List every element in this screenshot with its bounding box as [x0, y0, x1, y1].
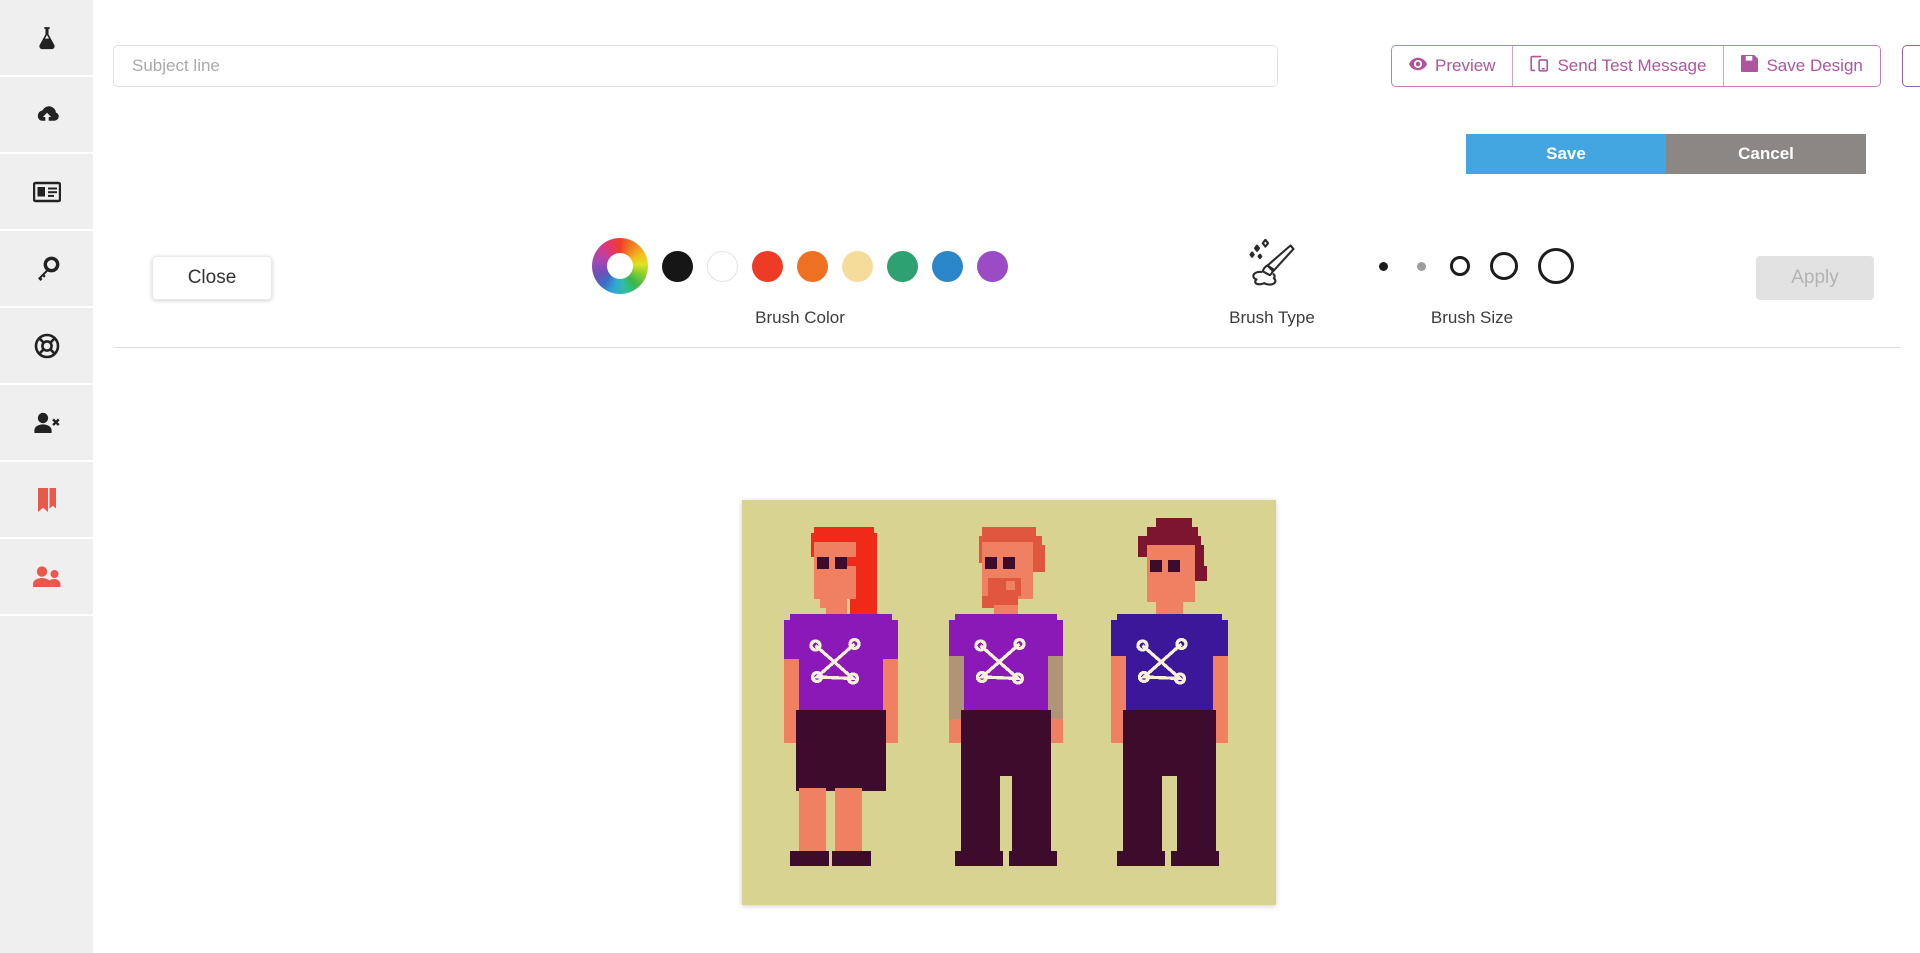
brush-size-1[interactable]	[1372, 246, 1394, 286]
image-canvas[interactable]	[742, 500, 1276, 905]
brush-toolbar: Close Brush Color	[114, 228, 1900, 348]
brush-type-section: Brush Type	[1212, 238, 1332, 328]
save-design-button-label: Save Design	[1766, 56, 1862, 76]
floppy-disk-icon	[1741, 55, 1758, 77]
sidebar-item-key[interactable]	[0, 231, 93, 308]
send-button[interactable]: Send	[1902, 45, 1920, 87]
mobile-icon	[1530, 55, 1549, 77]
form-actions: Save Cancel	[0, 134, 1920, 174]
preview-button-label: Preview	[1435, 56, 1495, 76]
brush-color-swatches	[592, 238, 1008, 294]
preview-button[interactable]: Preview	[1392, 46, 1513, 86]
email-action-button-group: Preview Send Test Message	[1391, 45, 1881, 87]
sidebar-item-flask[interactable]	[0, 0, 93, 77]
brush-type-label: Brush Type	[1212, 308, 1332, 328]
eye-icon	[1409, 56, 1427, 76]
cancel-button[interactable]: Cancel	[1666, 134, 1866, 174]
topbar: Preview Send Test Message	[93, 0, 1920, 110]
apply-button[interactable]: Apply	[1756, 256, 1874, 300]
key-icon	[34, 256, 60, 282]
sidebar-item-user-remove[interactable]	[0, 385, 93, 462]
id-card-icon	[33, 181, 61, 203]
brush-size-2[interactable]	[1410, 246, 1432, 286]
magic-brush-icon	[1245, 239, 1299, 294]
sidebar-item-bookmark[interactable]	[0, 462, 93, 539]
send-test-message-button[interactable]: Send Test Message	[1513, 46, 1724, 86]
pixel-art-illustration	[742, 500, 1276, 905]
brush-size-label: Brush Size	[1372, 308, 1572, 328]
swatch-red[interactable]	[752, 251, 783, 282]
swatch-blue[interactable]	[932, 251, 963, 282]
brush-type-button[interactable]	[1212, 238, 1332, 294]
send-test-message-button-label: Send Test Message	[1557, 56, 1706, 76]
lifebuoy-icon	[34, 333, 60, 359]
cloud-upload-icon	[32, 103, 62, 127]
swatch-purple[interactable]	[977, 251, 1008, 282]
color-wheel-picker[interactable]	[592, 238, 648, 294]
swatch-white[interactable]	[707, 251, 738, 282]
brush-size-options	[1372, 238, 1572, 294]
sidebar-item-lifebuoy[interactable]	[0, 308, 93, 385]
sidebar-item-users[interactable]	[0, 539, 93, 616]
swatch-black[interactable]	[662, 251, 693, 282]
subject-line-input[interactable]	[113, 45, 1278, 87]
swatch-green[interactable]	[887, 251, 918, 282]
brush-size-4[interactable]	[1488, 246, 1520, 286]
brush-color-label: Brush Color	[592, 308, 1008, 328]
users-icon	[32, 565, 62, 589]
swatch-orange[interactable]	[797, 251, 828, 282]
flask-icon	[34, 24, 60, 52]
brush-size-section: Brush Size	[1372, 238, 1572, 328]
save-design-button[interactable]: Save Design	[1724, 46, 1879, 86]
brush-color-section: Brush Color	[592, 238, 1008, 328]
bookmark-icon	[35, 487, 59, 513]
app-root: Preview Send Test Message	[0, 0, 1920, 953]
brush-size-5[interactable]	[1536, 246, 1576, 286]
user-remove-icon	[33, 411, 61, 435]
brush-size-3[interactable]	[1448, 246, 1472, 286]
save-button[interactable]: Save	[1466, 134, 1666, 174]
swatch-peach[interactable]	[842, 251, 873, 282]
close-button[interactable]: Close	[152, 256, 272, 300]
